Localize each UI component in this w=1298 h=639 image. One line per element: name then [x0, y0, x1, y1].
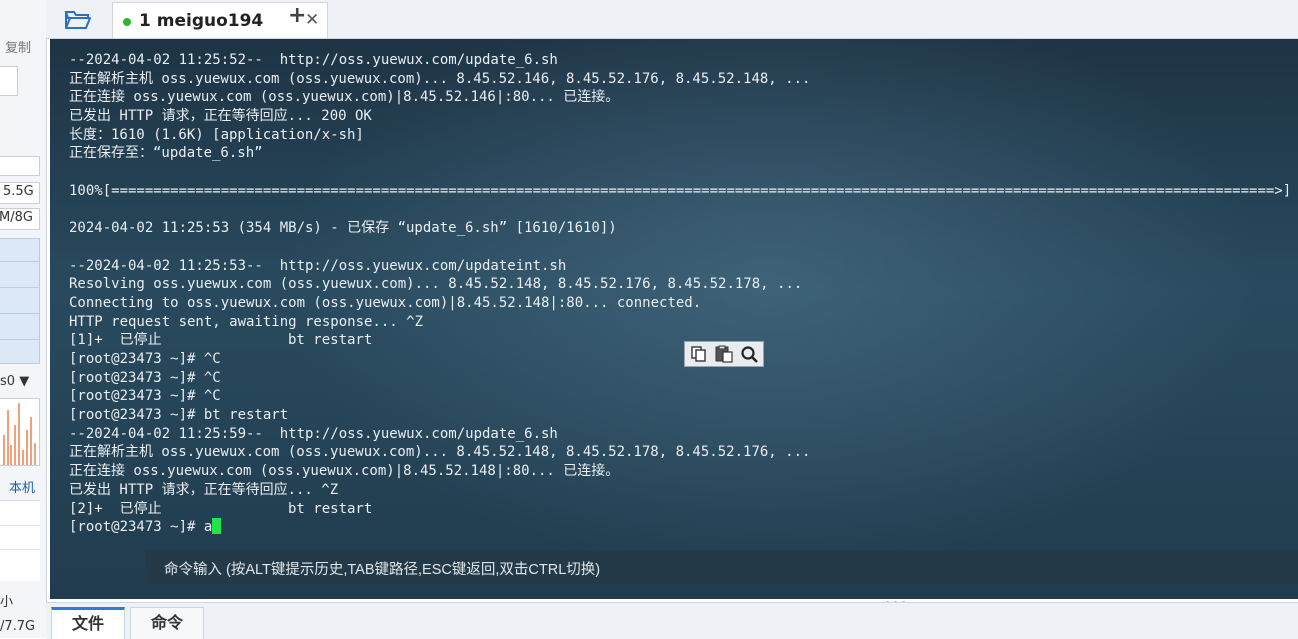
left-field	[0, 156, 40, 176]
open-folder-icon[interactable]	[64, 8, 92, 30]
session-status-icon	[123, 18, 131, 26]
memory-usage-value: M/8G	[0, 210, 33, 225]
terminal-line: --2024-04-02 11:25:53-- http://oss.yuewu…	[69, 257, 567, 274]
terminal-output: --2024-04-02 11:25:52-- http://oss.yuewu…	[69, 51, 1291, 537]
terminal-cursor	[212, 518, 222, 535]
file-list[interactable]	[0, 500, 40, 581]
process-list[interactable]	[0, 238, 40, 364]
size-value: /7.7G	[0, 619, 36, 634]
network-interface-dropdown[interactable]: s0 ▼	[0, 374, 29, 389]
terminal-line: --2024-04-02 11:25:52-- http://oss.yuewu…	[69, 52, 558, 68]
terminal-mini-toolbar	[684, 341, 764, 367]
tab-command[interactable]: 命令	[130, 607, 204, 639]
terminal-line: Resolving oss.yuewux.com (oss.yuewux.com…	[69, 276, 803, 293]
terminal-line: [2]+ 已停止 bt restart	[69, 500, 373, 517]
terminal-line: 已发出 HTTP 请求，正在等待回应... ^Z	[69, 481, 339, 498]
copy-label[interactable]: 复制	[5, 37, 31, 56]
terminal-line: [1]+ 已停止 bt restart	[69, 332, 373, 349]
terminal-line: 已发出 HTTP 请求，正在等待回应... 200 OK	[69, 108, 372, 125]
memory-usage-field: M/8G	[0, 208, 40, 230]
terminal-line: 100%[===================================…	[69, 182, 1292, 199]
left-input-box[interactable]	[0, 66, 18, 96]
terminal-line: 长度：1610 (1.6K) [application/x-sh]	[69, 126, 364, 143]
terminal-prompt-line: [root@23473 ~]# a	[69, 518, 1291, 537]
session-tab-label: 1 meiguo194	[139, 11, 264, 31]
add-tab-icon[interactable]: +	[288, 3, 306, 28]
terminal-line: 正在连接 oss.yuewux.com (oss.yuewux.com)|8.4…	[69, 463, 620, 480]
search-icon[interactable]	[739, 345, 761, 363]
terminal-line: 正在保存至：“update_6.sh”	[69, 145, 263, 162]
terminal-line: [root@23473 ~]# bt restart	[69, 407, 289, 424]
size-column-label: 小	[0, 595, 14, 610]
terminal-line: Connecting to oss.yuewux.com (oss.yuewux…	[69, 294, 702, 311]
terminal-line: HTTP request sent, awaiting response... …	[69, 313, 424, 330]
dropdown-arrow-icon: ▼	[19, 374, 30, 389]
copy-icon[interactable]	[688, 345, 710, 363]
disk-usage-value: 5.5G	[3, 184, 34, 199]
paste-icon[interactable]	[713, 345, 735, 363]
terminal-line: --2024-04-02 11:25:59-- http://oss.yuewu…	[69, 425, 558, 442]
close-icon[interactable]: ✕	[305, 10, 319, 30]
disk-usage-field: 5.5G	[0, 182, 40, 204]
local-host-link[interactable]: 本机	[9, 477, 35, 496]
network-interface-label: s0	[0, 374, 16, 389]
terminal-line: 正在连接 oss.yuewux.com (oss.yuewux.com)|8.4…	[69, 89, 620, 106]
tab-file[interactable]: 文件	[51, 607, 125, 639]
bottom-tab-bar: 文件 命令	[46, 602, 1298, 639]
left-side-panel: 复制 5.5G M/8G s0 ▼ 本机 小 /7.7G	[0, 0, 47, 638]
command-input-hint: 命令输入 (按ALT键提示历史,TAB键路径,ESC键返回,双击CTRL切换)	[164, 562, 601, 578]
terminal-line: [root@23473 ~]# ^C	[69, 369, 221, 386]
terminal-line: 正在解析主机 oss.yuewux.com (oss.yuewux.com)..…	[69, 70, 811, 87]
session-tab-bar: 1 meiguo194 ✕ +	[46, 0, 1298, 39]
terminal-line: 2024-04-02 11:25:53 (354 MB/s) - 已保存 “up…	[69, 220, 617, 237]
terminal-line: [root@23473 ~]# ^C	[69, 351, 221, 367]
prompt-text: [root@23473 ~]# a	[69, 519, 213, 536]
command-input-bar[interactable]: 命令输入 (按ALT键提示历史,TAB键路径,ESC键返回,双击CTRL切换)	[145, 550, 1298, 584]
terminal-line: [root@23473 ~]# ^C	[69, 388, 221, 405]
terminal-area[interactable]: --2024-04-02 11:25:52-- http://oss.yuewu…	[50, 39, 1298, 599]
network-traffic-chart	[0, 398, 40, 466]
terminal-line: 正在解析主机 oss.yuewux.com (oss.yuewux.com)..…	[69, 444, 811, 461]
